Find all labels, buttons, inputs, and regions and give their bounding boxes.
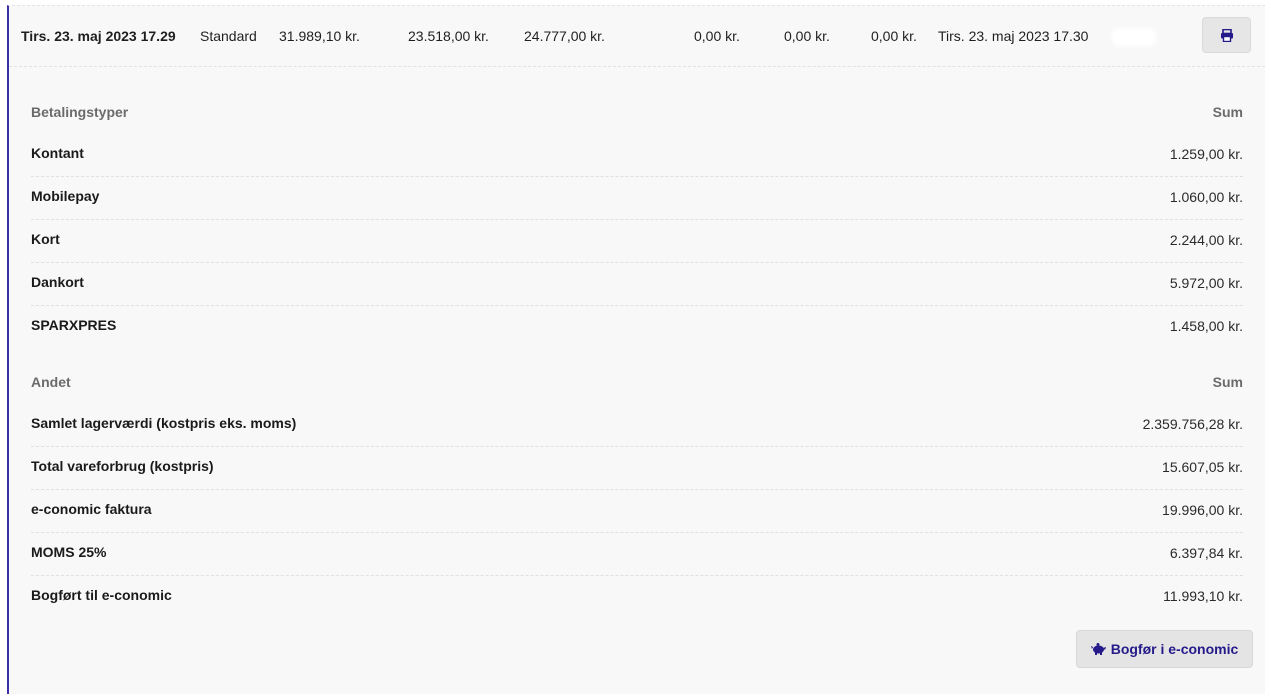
other-title: Andet: [31, 374, 71, 390]
other-value: 2.359.756,28 kr.: [1142, 416, 1243, 432]
other-row: Samlet lagerværdi (kostpris eks. moms) 2…: [31, 403, 1243, 447]
payment-row: Dankort 5.972,00 kr.: [31, 262, 1243, 306]
closed-date: Tirs. 23. maj 2023 17.30: [938, 28, 1089, 44]
payment-types-title: Betalingstyper: [31, 104, 129, 120]
amount-4: 0,00 kr.: [694, 28, 740, 44]
payment-value: 1.458,00 kr.: [1169, 318, 1243, 334]
payment-label: SPARXPRES: [31, 317, 117, 333]
payment-sum-title: Sum: [1212, 104, 1243, 120]
other-label: Samlet lagerværdi (kostpris eks. moms): [31, 415, 297, 431]
amount-2: 23.518,00 kr.: [408, 28, 489, 44]
report-date: Tirs. 23. maj 2023 17.29: [21, 28, 176, 44]
other-row: Total vareforbrug (kostpris) 15.607,05 k…: [31, 446, 1243, 490]
payment-types-header: Betalingstyper Sum: [31, 104, 1243, 124]
other-value: 11.993,10 kr.: [1163, 588, 1243, 604]
other-value: 19.996,00 kr.: [1162, 502, 1243, 518]
other-value: 15.607,05 kr.: [1162, 459, 1243, 475]
amount-6: 0,00 kr.: [871, 28, 917, 44]
report-type: Standard: [200, 28, 257, 44]
payment-value: 2.244,00 kr.: [1169, 232, 1243, 248]
payment-label: Kontant: [31, 145, 84, 161]
amount-5: 0,00 kr.: [784, 28, 830, 44]
other-sum-title: Sum: [1212, 374, 1243, 390]
payment-label: Mobilepay: [31, 188, 100, 204]
payment-row: SPARXPRES 1.458,00 kr.: [31, 305, 1243, 348]
payment-label: Kort: [31, 231, 60, 247]
printer-icon: [1220, 28, 1233, 42]
amount-total: 31.989,10 kr.: [279, 28, 360, 44]
bogfor-economic-button[interactable]: Bogfør i e-conomic: [1076, 630, 1253, 668]
other-row: e-conomic faktura 19.996,00 kr.: [31, 489, 1243, 533]
other-row: Bogført til e-conomic 11.993,10 kr.: [31, 575, 1243, 618]
amount-3: 24.777,00 kr.: [524, 28, 605, 44]
other-row: MOMS 25% 6.397,84 kr.: [31, 532, 1243, 576]
piggy-bank-icon: [1090, 643, 1106, 655]
print-button[interactable]: [1202, 17, 1251, 53]
other-label: Bogført til e-conomic: [31, 587, 172, 603]
zreport-detail-panel: Tirs. 23. maj 2023 17.29 Standard 31.989…: [7, 5, 1265, 694]
payment-value: 1.060,00 kr.: [1169, 189, 1243, 205]
payment-value: 5.972,00 kr.: [1169, 275, 1243, 291]
other-label: Total vareforbrug (kostpris): [31, 458, 214, 474]
payment-row: Kontant 1.259,00 kr.: [31, 133, 1243, 177]
payment-row: Kort 2.244,00 kr.: [31, 219, 1243, 263]
payment-row: Mobilepay 1.060,00 kr.: [31, 176, 1243, 220]
other-label: e-conomic faktura: [31, 501, 152, 517]
zreport-summary-row[interactable]: Tirs. 23. maj 2023 17.29 Standard 31.989…: [9, 6, 1265, 67]
other-value: 6.397,84 kr.: [1169, 545, 1243, 561]
payment-label: Dankort: [31, 274, 84, 290]
bogfor-label: Bogfør i e-conomic: [1110, 641, 1239, 657]
redacted-user: [1114, 31, 1154, 43]
other-label: MOMS 25%: [31, 544, 107, 560]
payment-value: 1.259,00 kr.: [1169, 146, 1243, 162]
other-header: Andet Sum: [31, 374, 1243, 394]
